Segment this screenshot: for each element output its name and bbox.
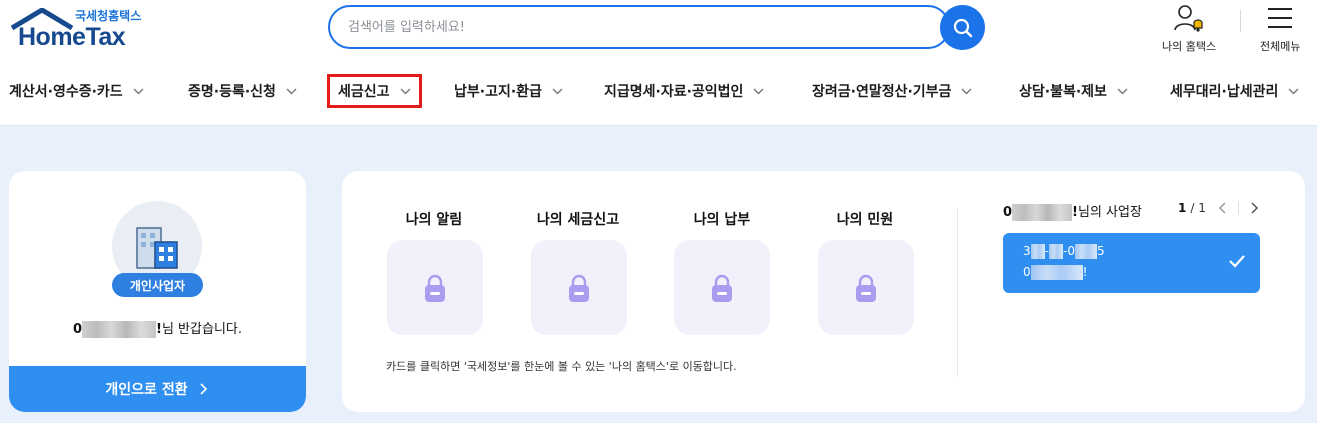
nav-item-tax-agent[interactable]: 세무대리·납세관리 — [1170, 77, 1299, 105]
business-header-suffix: 님의 사업장 — [1077, 205, 1142, 220]
lock-icon — [425, 274, 445, 302]
dashboard-note: 카드를 클릭하면 '국세정보'를 한눈에 볼 수 있는 '나의 홈택스'로 이동… — [386, 360, 737, 373]
business-header: 0 !님의 사업장 — [1003, 201, 1142, 221]
nav-item-invoices[interactable]: 계산서·영수증·카드 — [9, 77, 144, 105]
tile-title-civil-affairs: 나의 민원 — [836, 212, 894, 228]
tile-my-alerts[interactable] — [387, 240, 483, 335]
nav-item-label: 계산서·영수증·카드 — [9, 84, 123, 100]
lock-icon — [856, 274, 876, 302]
chevron-down-icon — [753, 88, 764, 94]
user-name-start: 0 — [72, 322, 83, 337]
chevron-right-icon — [200, 383, 207, 395]
main-nav: 계산서·영수증·카드 증명·등록·신청 세금신고 납부·고지·환급 지급명세·자… — [0, 71, 1317, 109]
masked-business-name — [1030, 265, 1083, 280]
all-menu-button[interactable]: 전체메뉴 — [1260, 4, 1300, 54]
reg-no-mid2: -0 — [1062, 244, 1075, 258]
my-hometax-label: 나의 홈택스 — [1162, 40, 1217, 53]
switch-to-personal-button[interactable]: 개인으로 전환 — [9, 366, 306, 412]
building-icon — [136, 227, 178, 269]
prev-page-button[interactable] — [1218, 202, 1226, 214]
tile-my-payment[interactable] — [674, 240, 770, 335]
chevron-down-icon — [400, 88, 411, 94]
nav-item-label: 세금신고 — [338, 84, 390, 100]
search-button[interactable] — [940, 5, 985, 50]
nav-item-tax-filing[interactable]: 세금신고 — [327, 74, 422, 108]
profile-card: 개인사업자 0 !님 반갑습니다. 개인으로 전환 — [9, 171, 306, 412]
switch-label: 개인으로 전환 — [105, 382, 188, 398]
business-pager: 1 / 1 — [1178, 201, 1259, 215]
nav-item-label: 세무대리·납세관리 — [1170, 84, 1279, 100]
search-bar — [328, 5, 985, 50]
chevron-down-icon — [1117, 88, 1128, 94]
business-reg-number: 3- -0 5 — [1023, 244, 1105, 259]
tile-title-tax-filing: 나의 세금신고 — [536, 212, 620, 228]
pager-separator — [1237, 201, 1239, 215]
masked-reg-part — [1048, 244, 1063, 259]
biz-name-end: ! — [1082, 265, 1088, 279]
nav-item-label: 상담·불복·제보 — [1019, 84, 1107, 100]
tile-my-civil-affairs[interactable] — [818, 240, 914, 335]
nav-item-incentives[interactable]: 장려금·연말정산·기부금 — [812, 77, 972, 105]
nav-item-statements[interactable]: 지급명세·자료·공익법인 — [604, 77, 764, 105]
lock-icon — [569, 274, 589, 302]
page-current: 1 — [1178, 201, 1187, 215]
nav-item-label: 납부·고지·환급 — [454, 84, 542, 100]
masked-owner-name — [1012, 204, 1073, 221]
masked-reg-part — [1030, 244, 1045, 259]
chevron-down-icon — [133, 88, 144, 94]
nav-item-label: 증명·등록·신청 — [188, 84, 276, 100]
nav-item-label: 장려금·연말정산·기부금 — [812, 84, 952, 100]
chevron-down-icon — [1288, 88, 1299, 94]
util-divider — [1240, 10, 1241, 32]
business-item-selected[interactable]: 3- -0 5 0! — [1003, 233, 1260, 293]
reg-no-start: 3 — [1023, 244, 1031, 258]
search-icon — [953, 18, 972, 37]
chevron-left-icon — [1218, 202, 1226, 214]
business-name: 0! — [1023, 265, 1087, 280]
next-page-button[interactable] — [1251, 202, 1259, 214]
masked-name — [82, 321, 157, 338]
chevron-right-icon — [1251, 202, 1258, 214]
chevron-down-icon — [552, 88, 563, 94]
section-divider — [957, 209, 958, 377]
greeting-text: 0 !님 반갑습니다. — [9, 318, 306, 338]
hometax-logo[interactable]: 국세청홈택스 HomeTax — [10, 5, 150, 53]
my-hometax-link[interactable]: 나의 홈택스 — [1162, 4, 1216, 54]
header: 국세청홈택스 HomeTax 나의 홈택스 전체메뉴 계산서· — [0, 0, 1317, 126]
logo-subtitle: 국세청홈택스 — [75, 9, 142, 23]
owner-name-start: 0 — [1003, 205, 1013, 220]
chevron-down-icon — [286, 88, 297, 94]
lock-icon — [712, 274, 732, 302]
page-total: / 1 — [1190, 201, 1206, 215]
greeting-suffix: 님 반갑습니다. — [161, 322, 242, 337]
check-icon — [1229, 255, 1245, 268]
business-type-badge: 개인사업자 — [112, 273, 203, 297]
dashboard-card: 나의 알림 나의 세금신고 나의 납부 나의 민원 카드를 클릭하면 '국세정보… — [342, 171, 1305, 412]
logo-title: HomeTax — [18, 23, 126, 51]
reg-no-end: 5 — [1096, 244, 1105, 258]
hamburger-icon — [1268, 8, 1293, 28]
user-bell-icon — [1174, 5, 1203, 32]
search-input[interactable] — [328, 5, 950, 49]
nav-item-payment[interactable]: 납부·고지·환급 — [454, 77, 563, 105]
all-menu-label: 전체메뉴 — [1260, 40, 1301, 53]
nav-item-certificates[interactable]: 증명·등록·신청 — [188, 77, 297, 105]
tile-title-alerts: 나의 알림 — [405, 212, 463, 228]
masked-reg-part — [1074, 244, 1097, 259]
tile-title-payment: 나의 납부 — [693, 212, 751, 228]
biz-name-start: 0 — [1023, 265, 1031, 279]
nav-item-consulting[interactable]: 상담·불복·제보 — [1019, 77, 1128, 105]
tile-my-tax-filing[interactable] — [531, 240, 627, 335]
nav-item-label: 지급명세·자료·공익법인 — [604, 84, 744, 100]
chevron-down-icon — [961, 88, 972, 94]
